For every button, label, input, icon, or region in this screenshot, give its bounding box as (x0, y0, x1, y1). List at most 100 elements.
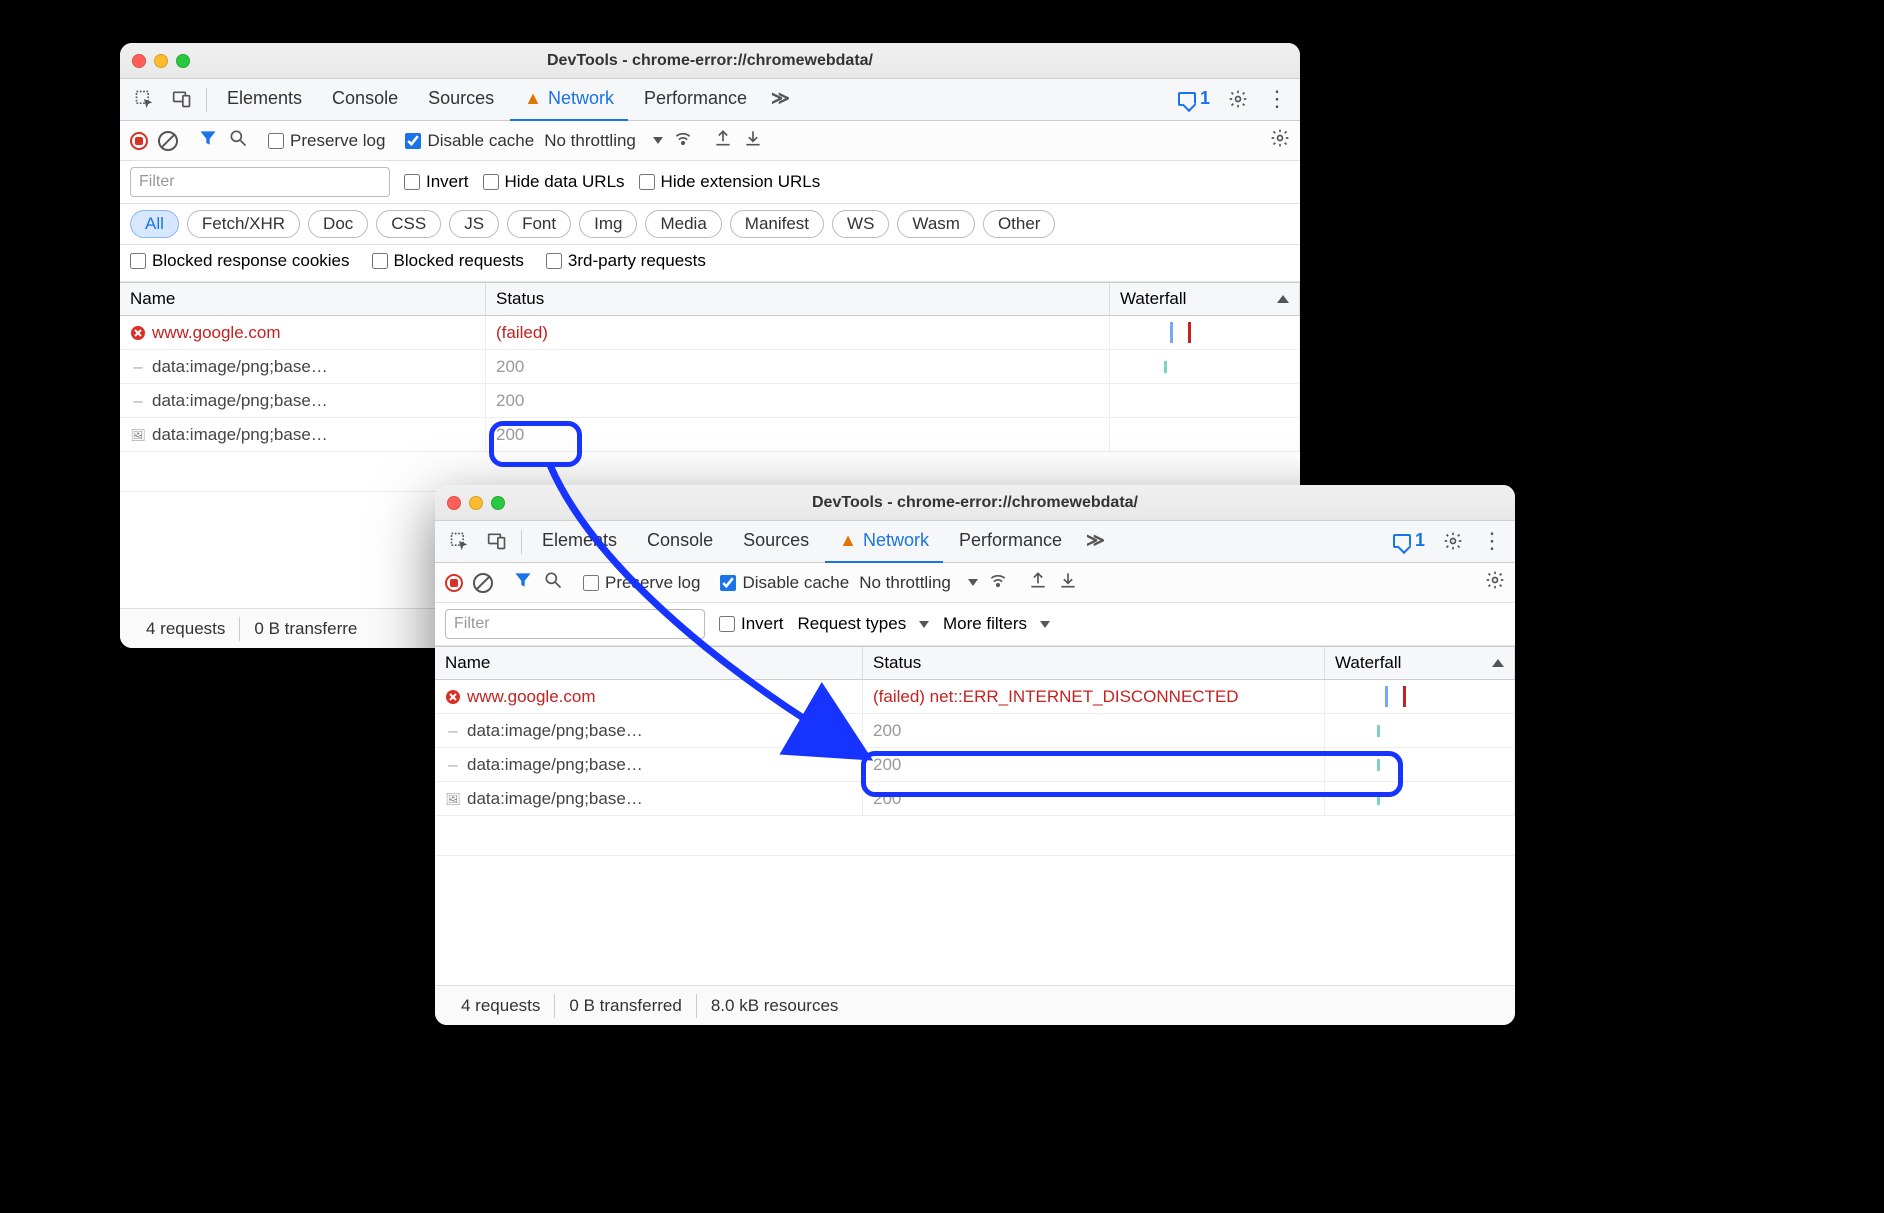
more-tabs-icon[interactable]: ≫ (763, 79, 798, 121)
download-har-icon[interactable] (743, 128, 763, 153)
search-icon[interactable] (543, 570, 563, 595)
filter-input[interactable] (445, 609, 705, 639)
throttling-dropdown[interactable]: No throttling (859, 573, 978, 593)
close-icon[interactable] (132, 54, 146, 68)
pill-manifest[interactable]: Manifest (730, 210, 824, 238)
minimize-icon[interactable] (469, 496, 483, 510)
warning-icon: ▲ (524, 88, 542, 109)
kebab-icon[interactable]: ⋮ (1258, 79, 1294, 121)
tab-network-label: Network (548, 88, 614, 109)
preserve-log-checkbox[interactable]: Preserve log (268, 131, 385, 151)
record-button[interactable] (445, 574, 463, 592)
kebab-icon[interactable]: ⋮ (1473, 521, 1509, 563)
titlebar[interactable]: DevTools - chrome-error://chromewebdata/ (435, 485, 1515, 521)
network-conditions-icon[interactable] (988, 570, 1008, 595)
pill-fetchxhr[interactable]: Fetch/XHR (187, 210, 300, 238)
waterfall-bar (1325, 782, 1515, 815)
filter-icon[interactable] (513, 570, 533, 595)
tab-performance[interactable]: Performance (630, 79, 761, 121)
pill-other[interactable]: Other (983, 210, 1056, 238)
pill-font[interactable]: Font (507, 210, 571, 238)
more-tabs-icon[interactable]: ≫ (1078, 521, 1113, 563)
invert-checkbox[interactable]: Invert (404, 172, 469, 192)
download-har-icon[interactable] (1058, 570, 1078, 595)
network-conditions-icon[interactable] (673, 128, 693, 153)
tab-elements[interactable]: Elements (213, 79, 316, 121)
invert-checkbox[interactable]: Invert (719, 614, 784, 634)
resources: 8.0 kB resources (696, 994, 853, 1018)
column-waterfall[interactable]: Waterfall (1110, 283, 1300, 315)
request-types-dropdown[interactable]: Request types (798, 614, 929, 634)
network-settings-icon[interactable] (1485, 570, 1505, 595)
inspect-icon[interactable] (441, 521, 477, 563)
pill-media[interactable]: Media (645, 210, 721, 238)
clear-button[interactable] (473, 573, 493, 593)
settings-icon[interactable] (1435, 521, 1471, 563)
close-icon[interactable] (447, 496, 461, 510)
upload-har-icon[interactable] (1028, 570, 1048, 595)
inspect-icon[interactable] (126, 79, 162, 121)
upload-har-icon[interactable] (713, 128, 733, 153)
search-icon[interactable] (228, 128, 248, 153)
settings-icon[interactable] (1220, 79, 1256, 121)
tab-network[interactable]: ▲Network (825, 521, 943, 563)
table-row[interactable]: www.google.com (failed) net::ERR_INTERNE… (435, 680, 1515, 714)
pill-doc[interactable]: Doc (308, 210, 368, 238)
issues-button[interactable]: 1 (1385, 521, 1433, 563)
more-filters-dropdown[interactable]: More filters (943, 614, 1050, 634)
pill-wasm[interactable]: Wasm (897, 210, 975, 238)
column-waterfall[interactable]: Waterfall (1325, 647, 1515, 679)
tab-network[interactable]: ▲ Network (510, 79, 628, 121)
pill-js[interactable]: JS (449, 210, 499, 238)
column-status[interactable]: Status (863, 647, 1325, 679)
table-row[interactable]: –data:image/png;base… 200 (120, 350, 1300, 384)
request-name: data:image/png;base… (467, 755, 643, 775)
hide-data-label: Hide data URLs (505, 172, 625, 192)
record-button[interactable] (130, 132, 148, 150)
titlebar[interactable]: DevTools - chrome-error://chromewebdata/ (120, 43, 1300, 79)
throttling-dropdown[interactable]: No throttling (544, 131, 663, 151)
pill-ws[interactable]: WS (832, 210, 889, 238)
network-settings-icon[interactable] (1270, 128, 1290, 153)
filter-input[interactable] (130, 167, 390, 197)
pill-css[interactable]: CSS (376, 210, 441, 238)
column-status[interactable]: Status (486, 283, 1110, 315)
table-row[interactable]: www.google.com (failed) (120, 316, 1300, 350)
hide-extension-urls-checkbox[interactable]: Hide extension URLs (639, 172, 821, 192)
filter-bar: Invert Hide data URLs Hide extension URL… (120, 161, 1300, 204)
table-row[interactable]: 🖼data:image/png;base… 200 (435, 782, 1515, 816)
tab-sources[interactable]: Sources (414, 79, 508, 121)
table-row[interactable]: –data:image/png;base… 200 (435, 748, 1515, 782)
issues-button[interactable]: 1 (1170, 79, 1218, 121)
blocked-cookies-checkbox[interactable]: Blocked response cookies (130, 251, 350, 271)
column-name[interactable]: Name (120, 283, 486, 315)
column-name[interactable]: Name (435, 647, 863, 679)
request-name: data:image/png;base… (467, 721, 643, 741)
device-icon[interactable] (164, 79, 200, 121)
clear-button[interactable] (158, 131, 178, 151)
third-party-checkbox[interactable]: 3rd-party requests (546, 251, 706, 271)
device-icon[interactable] (479, 521, 515, 563)
disable-cache-checkbox[interactable]: Disable cache (720, 573, 849, 593)
maximize-icon[interactable] (491, 496, 505, 510)
tab-elements[interactable]: Elements (528, 521, 631, 563)
status-bar: 4 requests 0 B transferred 8.0 kB resour… (435, 985, 1515, 1025)
blocked-requests-checkbox[interactable]: Blocked requests (372, 251, 524, 271)
table-row[interactable]: –data:image/png;base… 200 (435, 714, 1515, 748)
table-row[interactable]: –data:image/png;base… 200 (120, 384, 1300, 418)
pill-all[interactable]: All (130, 210, 179, 238)
minimize-icon[interactable] (154, 54, 168, 68)
tab-performance[interactable]: Performance (945, 521, 1076, 563)
tab-console[interactable]: Console (318, 79, 412, 121)
preserve-log-checkbox[interactable]: Preserve log (583, 573, 700, 593)
filter-icon[interactable] (198, 128, 218, 153)
tab-sources[interactable]: Sources (729, 521, 823, 563)
hide-data-urls-checkbox[interactable]: Hide data URLs (483, 172, 625, 192)
maximize-icon[interactable] (176, 54, 190, 68)
table-row[interactable]: 🖼data:image/png;base… 200 (120, 418, 1300, 452)
disable-cache-checkbox[interactable]: Disable cache (405, 131, 534, 151)
pill-img[interactable]: Img (579, 210, 637, 238)
waterfall-bar (1325, 714, 1515, 747)
tab-console[interactable]: Console (633, 521, 727, 563)
request-name: data:image/png;base… (152, 425, 328, 445)
